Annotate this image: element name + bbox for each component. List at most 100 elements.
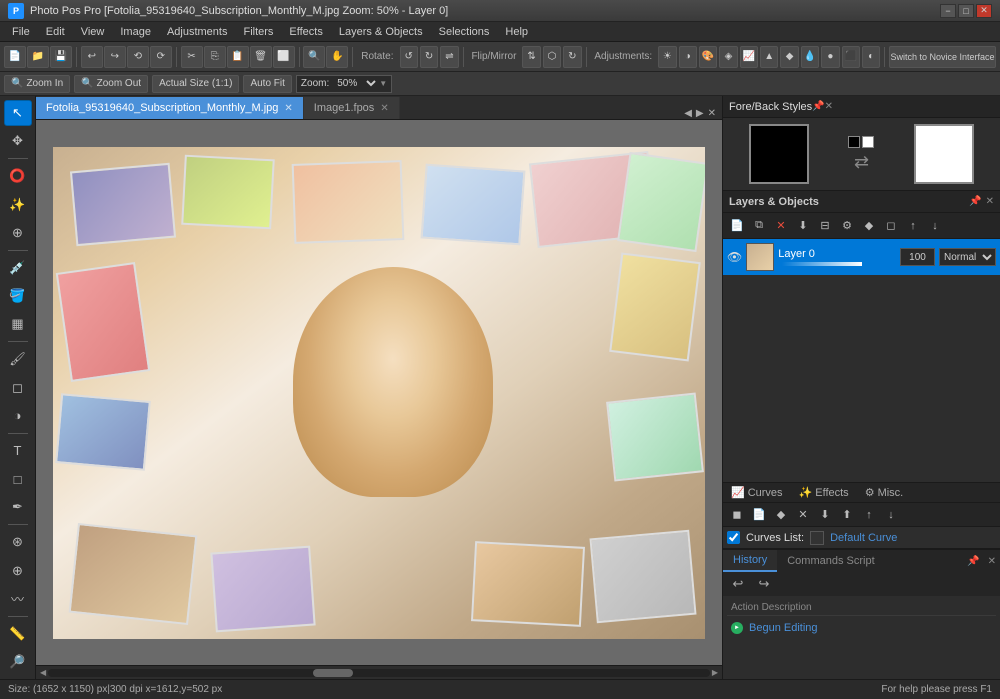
- layer-move-up-button[interactable]: ↑: [903, 216, 923, 236]
- doc-tab-2[interactable]: Image1.fpos ✕: [304, 97, 400, 119]
- history-undo-button[interactable]: ↩: [727, 575, 749, 593]
- paste-button[interactable]: 📋: [227, 46, 249, 68]
- history-close[interactable]: ✕: [984, 556, 1000, 567]
- maximize-button[interactable]: □: [958, 4, 974, 18]
- curves-btn-up[interactable]: ↑: [859, 506, 879, 524]
- scroll-track[interactable]: [48, 669, 710, 677]
- open-button[interactable]: 📁: [27, 46, 49, 68]
- brightness-button[interactable]: ☀: [658, 46, 676, 68]
- curves-list-checkbox[interactable]: [727, 531, 740, 544]
- curves-btn-3[interactable]: ◆: [771, 506, 791, 524]
- history-pin[interactable]: 📌: [963, 556, 983, 567]
- layers-panel-pin[interactable]: 📌: [969, 196, 981, 207]
- menu-layers-objects[interactable]: Layers & Objects: [331, 22, 431, 42]
- scroll-thumb[interactable]: [313, 669, 353, 677]
- background-color-swatch[interactable]: [914, 124, 974, 184]
- layer-duplicate-button[interactable]: ⧉: [749, 216, 769, 236]
- color2-button[interactable]: ●: [821, 46, 839, 68]
- scroll-right-arrow[interactable]: ▶: [710, 668, 720, 677]
- tab-curves[interactable]: 📈 Curves: [723, 483, 791, 502]
- curves-btn-4[interactable]: ✕: [793, 506, 813, 524]
- menu-file[interactable]: File: [4, 22, 38, 42]
- actual-size-button[interactable]: Actual Size (1:1): [152, 75, 239, 93]
- blur-button[interactable]: 💧: [801, 46, 819, 68]
- minimize-button[interactable]: −: [940, 4, 956, 18]
- layers-panel-close[interactable]: ✕: [986, 196, 994, 207]
- copy-button[interactable]: ⎘: [204, 46, 226, 68]
- menu-filters[interactable]: Filters: [235, 22, 281, 42]
- tool-brush[interactable]: 🖌: [4, 346, 32, 372]
- layer-merge-button[interactable]: ⬇: [793, 216, 813, 236]
- select-all-button[interactable]: ⬜: [273, 46, 295, 68]
- zoom-in-tool-button[interactable]: 🔍: [303, 46, 325, 68]
- doc-tab-1-close[interactable]: ✕: [284, 103, 292, 114]
- contrast-button[interactable]: ◑: [679, 46, 697, 68]
- tool-pen[interactable]: ✒: [4, 494, 32, 520]
- layer-blend-select[interactable]: Normal Multiply Screen Overlay: [939, 248, 996, 266]
- menu-image[interactable]: Image: [112, 22, 159, 42]
- hue-button[interactable]: ◈: [719, 46, 737, 68]
- tool-shape[interactable]: □: [4, 466, 32, 492]
- curves-color-swatch[interactable]: [810, 531, 824, 545]
- foreback-close[interactable]: ✕: [825, 101, 833, 112]
- undo-history-button[interactable]: ⟲: [127, 46, 149, 68]
- history-redo-button[interactable]: ↪: [753, 575, 775, 593]
- tool-dodge[interactable]: ◑: [4, 403, 32, 429]
- undo-button[interactable]: ↩: [81, 46, 103, 68]
- switch-interface-button[interactable]: Switch to Novice Interface: [889, 46, 996, 68]
- tool-clone[interactable]: ⊛: [4, 529, 32, 555]
- menu-edit[interactable]: Edit: [38, 22, 73, 42]
- tool-eraser[interactable]: ◻: [4, 375, 32, 401]
- curves-btn-down[interactable]: ↓: [881, 506, 901, 524]
- tab-effects[interactable]: ✨ Effects: [791, 483, 857, 502]
- history-tab-history[interactable]: History: [723, 550, 777, 572]
- tool-zoom-tool[interactable]: 🔎: [4, 649, 32, 675]
- new-button[interactable]: 📄: [4, 46, 26, 68]
- menu-effects[interactable]: Effects: [281, 22, 330, 42]
- foreground-color-swatch[interactable]: [749, 124, 809, 184]
- color-button[interactable]: 🎨: [699, 46, 717, 68]
- h-scrollbar[interactable]: ◀ ▶: [36, 665, 722, 679]
- tab-left-arrow[interactable]: ◀: [682, 108, 694, 119]
- small-bg-swatch[interactable]: [862, 136, 874, 148]
- tool-paint-bucket[interactable]: 🪣: [4, 283, 32, 309]
- tool-crop[interactable]: ⊕: [4, 220, 32, 246]
- curves-btn-6[interactable]: ⬆: [837, 506, 857, 524]
- auto-fit-button[interactable]: Auto Fit: [243, 75, 291, 93]
- mirror-button[interactable]: ⬡: [543, 46, 561, 68]
- menu-help[interactable]: Help: [497, 22, 536, 42]
- zoom-out-button[interactable]: 🔍 Zoom Out: [74, 75, 148, 93]
- layer-settings-button[interactable]: ⚙: [837, 216, 857, 236]
- flip-h-button[interactable]: ⇌: [440, 46, 458, 68]
- exposure-button[interactable]: ◐: [862, 46, 880, 68]
- layer-flatten-button[interactable]: ⊟: [815, 216, 835, 236]
- scroll-left-arrow[interactable]: ◀: [38, 668, 48, 677]
- save-button[interactable]: 💾: [50, 46, 72, 68]
- layer-new-button[interactable]: 📄: [727, 216, 747, 236]
- tab-misc[interactable]: ⚙ Misc.: [857, 483, 912, 502]
- tool-eyedropper[interactable]: 💉: [4, 255, 32, 281]
- doc-tab-1[interactable]: Fotolia_95319640_Subscription_Monthly_M.…: [36, 97, 304, 119]
- layer-opacity-bar[interactable]: [782, 262, 862, 266]
- layer-delete-button[interactable]: ✕: [771, 216, 791, 236]
- tool-move[interactable]: ✥: [4, 128, 32, 154]
- cut-button[interactable]: ✂: [181, 46, 203, 68]
- history-tab-commands[interactable]: Commands Script: [777, 550, 884, 572]
- sharpen-button[interactable]: ◆: [780, 46, 798, 68]
- layer-mask-button[interactable]: ◻: [881, 216, 901, 236]
- hand-tool-button[interactable]: ✋: [326, 46, 348, 68]
- tool-gradient[interactable]: ▦: [4, 311, 32, 337]
- levels-button[interactable]: ▲: [760, 46, 778, 68]
- refresh-button[interactable]: ↻: [563, 46, 581, 68]
- menu-adjustments[interactable]: Adjustments: [159, 22, 236, 42]
- foreback-pin[interactable]: 📌: [812, 101, 824, 112]
- tool-select[interactable]: ↖: [4, 100, 32, 126]
- rotate-left-button[interactable]: ↺: [400, 46, 418, 68]
- tool-smudge[interactable]: 〰: [4, 586, 32, 612]
- redo-history-button[interactable]: ⟳: [150, 46, 172, 68]
- layer-0-item[interactable]: 👁 Layer 0 Normal Multiply Scree: [723, 239, 1000, 275]
- curves-button[interactable]: 📈: [740, 46, 758, 68]
- close-button[interactable]: ✕: [976, 4, 992, 18]
- layer-0-visibility[interactable]: 👁: [727, 250, 742, 264]
- tool-text[interactable]: T: [4, 438, 32, 464]
